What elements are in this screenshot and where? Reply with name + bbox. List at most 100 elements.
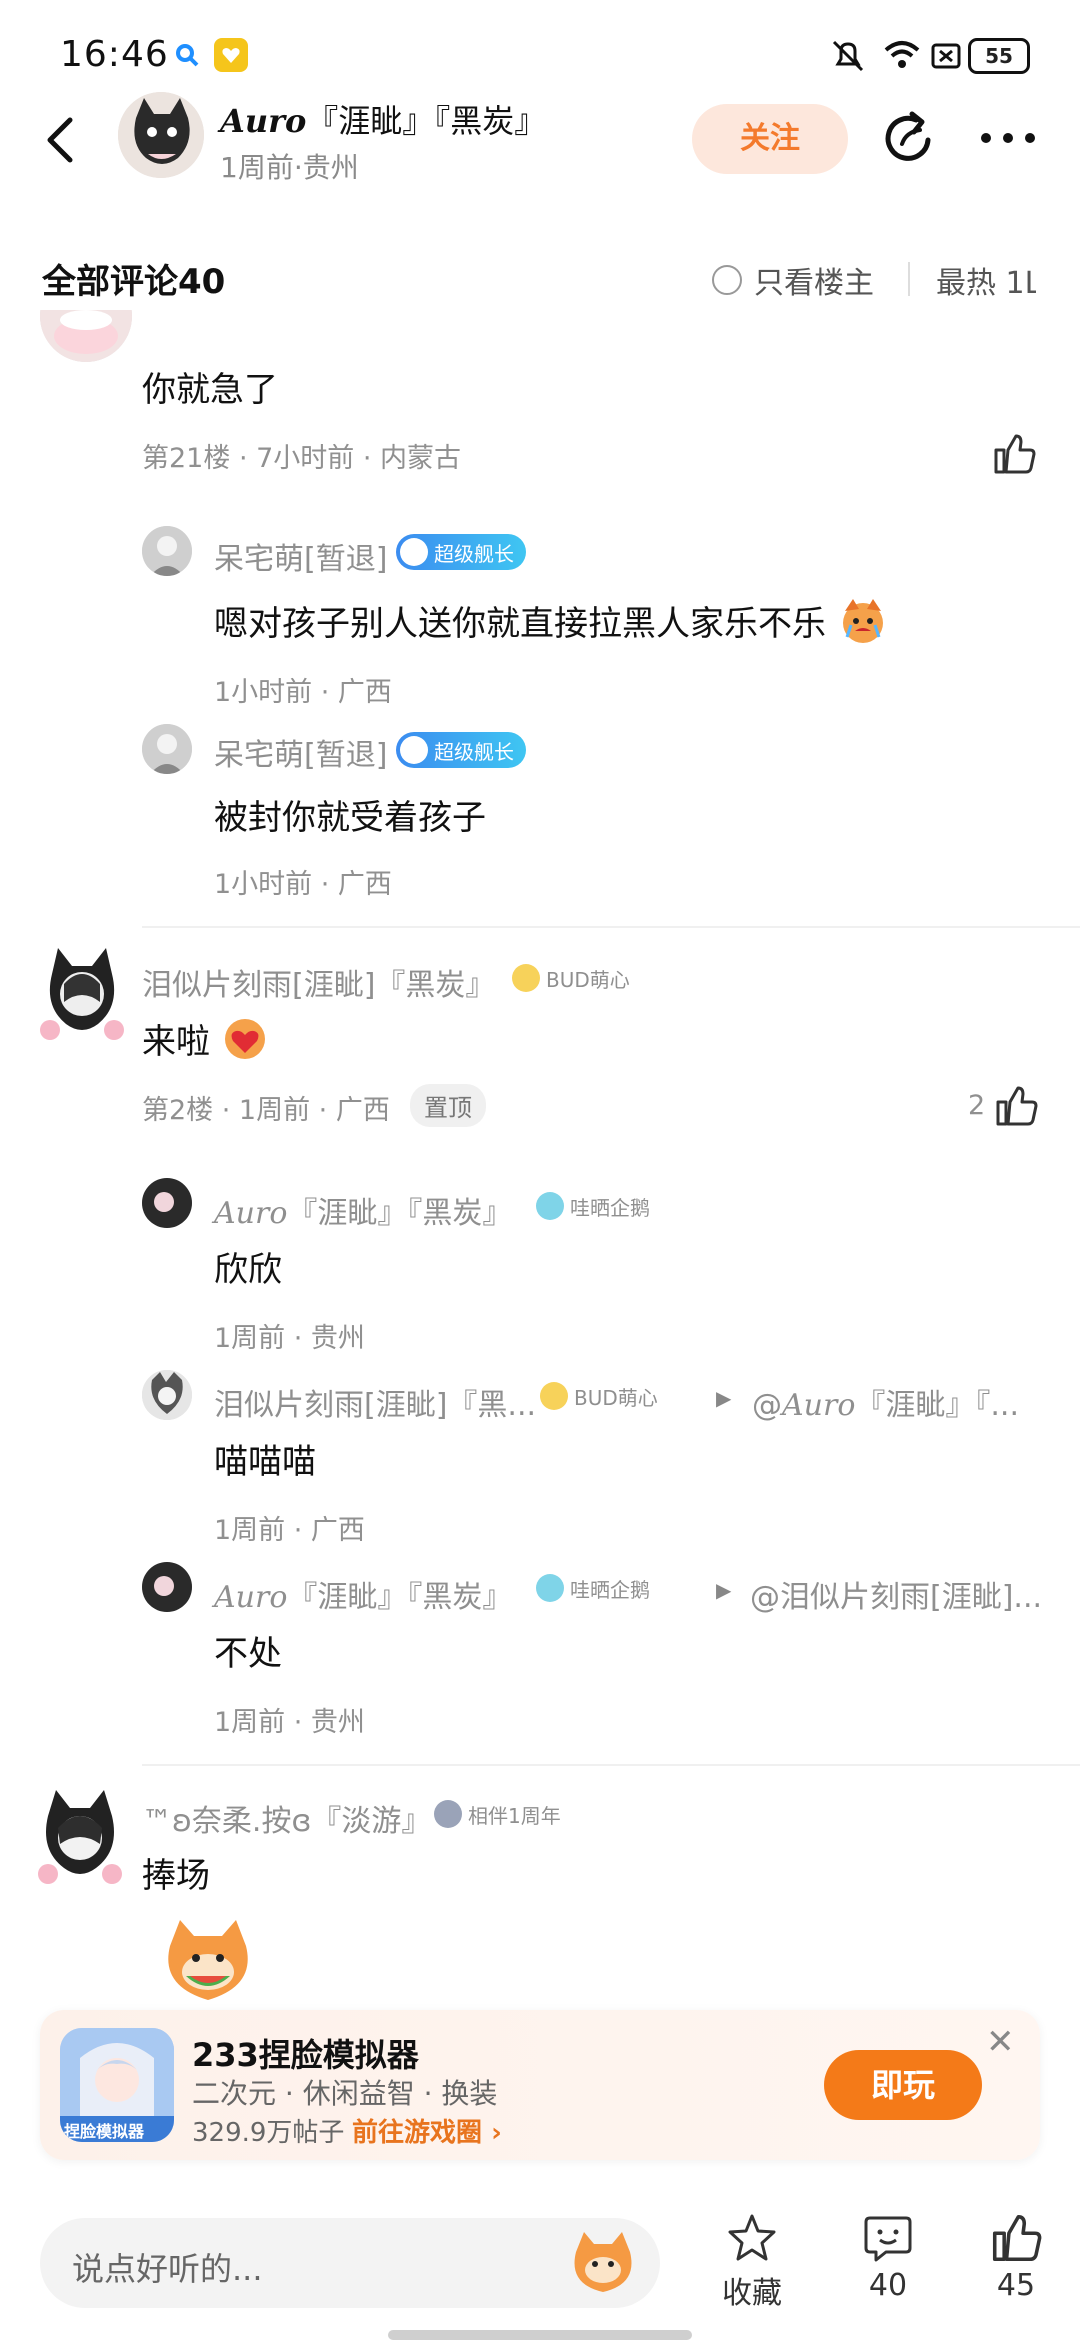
comment-text: 捧场 (142, 1856, 210, 1896)
reply-meta: 1小时前 · 广西 (214, 677, 392, 708)
like-icon[interactable] (994, 1084, 1038, 1128)
reply-author[interactable]: Auro『涯眦』『黑炭』 (214, 1572, 512, 1616)
reply-meta: 1小时前 · 广西 (214, 869, 392, 900)
back-button[interactable] (38, 110, 82, 170)
reply-author[interactable]: 泪似片刻雨[涯眦]『黑... (214, 1380, 536, 1424)
comment-divider (142, 1764, 1080, 1766)
comment-author[interactable]: ™ʚ奈柔.按ɞ『淡游』 (142, 1796, 431, 1840)
only-host-label: 只看楼主 (754, 266, 874, 301)
reply-meta: 1周前 · 广西 (214, 1515, 365, 1546)
sticker-picker-icon[interactable] (568, 2230, 638, 2300)
ship-icon (400, 538, 428, 566)
likes-count: 45 (996, 2268, 1036, 2303)
status-badge: 相伴1周年 (430, 1796, 573, 1832)
ship-icon (400, 736, 428, 764)
comments-button[interactable]: 40 (838, 2212, 938, 2303)
follow-button[interactable]: 关注 (692, 104, 848, 174)
collect-button[interactable]: 收藏 (702, 2212, 802, 2312)
star-icon (702, 2212, 802, 2268)
game-title: 233捏脸模拟器 (192, 2036, 419, 2074)
comment-meta: 第2楼 · 1周前 · 广西 (142, 1095, 390, 1126)
post-meta: 1周前·贵州 (220, 151, 359, 184)
battery-icon: 55 (968, 38, 1030, 74)
status-badge: 哇晒企鹅 (532, 1570, 662, 1606)
like-count: 2 (968, 1090, 986, 1121)
comment-text: 来啦 (142, 1014, 269, 1070)
like-post-button[interactable]: 45 (966, 2212, 1066, 2303)
play-button[interactable]: 即玩 (824, 2050, 982, 2120)
reply-avatar[interactable] (142, 526, 192, 576)
game-icon-label: 捏脸模拟器 (64, 2122, 145, 2141)
penguin-icon (536, 1192, 564, 1220)
comment-meta: 第21楼 · 7小时前 · 内蒙古 (142, 443, 462, 474)
sim-icon (930, 42, 962, 74)
reply-to-name[interactable]: @Auro『涯眦』『... (752, 1380, 1019, 1424)
anniversary-icon (434, 1800, 462, 1828)
close-icon[interactable]: ✕ (986, 2022, 1015, 2062)
wifi-icon (882, 38, 922, 74)
app-notification-icon (214, 38, 248, 72)
bud-heart-icon (512, 964, 540, 992)
reply-to-name[interactable]: @泪似片刻雨[涯眦]... (750, 1572, 1050, 1616)
home-indicator[interactable] (388, 2330, 692, 2340)
crying-emoji-icon (837, 597, 889, 654)
more-options-icon[interactable] (978, 128, 1038, 148)
commenter-avatar[interactable] (30, 1784, 130, 1894)
game-icon: 捏脸模拟器 (60, 2028, 174, 2142)
reply-avatar[interactable] (142, 724, 192, 774)
game-circle-link[interactable]: 前往游戏圈 › (352, 2112, 502, 2149)
sort-selector[interactable]: 最热 1L (936, 258, 1036, 302)
bottom-action-bar: 说点好听的... 收藏 40 45 (0, 2190, 1080, 2340)
status-badge: 哇晒企鹅 (532, 1188, 662, 1224)
reply-text: 嗯对孩子别人送你就直接拉黑人家乐不乐 (214, 596, 889, 654)
penguin-icon (536, 1574, 564, 1602)
status-bar: 16:46 55 (0, 0, 1080, 100)
author-name[interactable]: Auro『涯眦』『黑炭』 (220, 96, 546, 142)
reply-avatar[interactable] (142, 1562, 192, 1612)
comment-divider (142, 926, 1080, 928)
bud-heart-icon (540, 1382, 568, 1410)
divider (908, 262, 910, 296)
mute-bell-icon (828, 38, 868, 78)
like-icon[interactable] (992, 432, 1036, 476)
comment-input-placeholder: 说点好听的... (72, 2250, 263, 2288)
reply-author[interactable]: Auro『涯眦』『黑炭』 (214, 1188, 512, 1232)
reply-text: 喵喵喵 (214, 1442, 316, 1482)
reply-avatar[interactable] (142, 1178, 192, 1228)
status-badge: BUD萌心 (508, 960, 642, 996)
comment-text: 你就急了 (142, 370, 278, 410)
only-host-toggle[interactable]: 只看楼主 (712, 258, 874, 302)
search-notification-icon (172, 40, 204, 76)
reply-to-icon: ▶ (716, 1386, 732, 1410)
sticker-icon (158, 1916, 258, 2010)
status-badge: 超级舰长 (396, 732, 526, 768)
reply-author[interactable]: 呆宅萌[暂退] (214, 534, 387, 578)
reply-meta: 1周前 · 贵州 (214, 1323, 365, 1354)
reply-to-icon: ▶ (716, 1578, 732, 1602)
thumb-up-icon (966, 2212, 1066, 2268)
status-badge: 超级舰长 (396, 534, 526, 570)
radio-icon (712, 265, 742, 295)
comment-author[interactable]: 泪似片刻雨[涯眦]『黑炭』 (142, 960, 495, 1004)
heart-emoji-icon (221, 1017, 269, 1070)
reply-text: 欣欣 (214, 1250, 282, 1290)
comment-input[interactable]: 说点好听的... (40, 2218, 660, 2308)
status-badge: BUD萌心 (536, 1378, 670, 1414)
comments-count: 40 (868, 2268, 908, 2303)
game-tags: 二次元 · 休闲益智 · 换装 (192, 2077, 498, 2110)
reply-meta: 1周前 · 贵州 (214, 1707, 365, 1738)
reply-text: 不处 (214, 1634, 282, 1674)
status-time: 16:46 (60, 34, 169, 75)
chevron-right-icon: › (491, 2118, 502, 2148)
reply-author[interactable]: 呆宅萌[暂退] (214, 730, 387, 774)
reply-avatar[interactable] (142, 1370, 192, 1420)
commenter-avatar[interactable] (34, 944, 130, 1050)
collect-label: 收藏 (722, 2276, 782, 2311)
comments-count-title: 全部评论40 (42, 262, 226, 302)
author-avatar[interactable] (118, 92, 204, 178)
game-ad-banner[interactable]: 捏脸模拟器 233捏脸模拟器 二次元 · 休闲益智 · 换装 329.9万帖子 … (40, 2010, 1040, 2160)
share-icon[interactable] (882, 110, 938, 166)
game-post-count: 329.9万帖子 (192, 2118, 345, 2148)
comment-bubble-icon (838, 2212, 938, 2268)
reply-text: 被封你就受着孩子 (214, 798, 486, 838)
